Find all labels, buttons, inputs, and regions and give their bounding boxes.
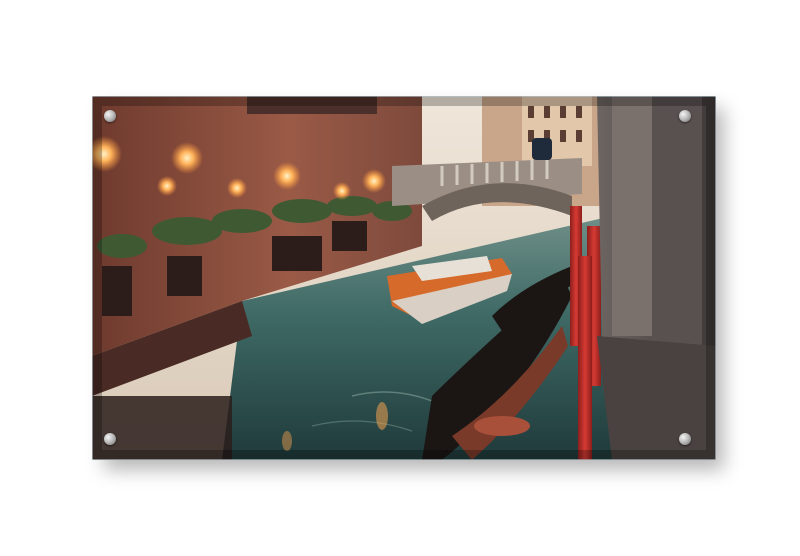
standoff-bolt-icon: [679, 433, 691, 445]
standoff-bolt-icon: [679, 110, 691, 122]
standoff-bolt-icon: [104, 110, 116, 122]
person-on-bridge: [532, 138, 552, 160]
acrylic-print-panel: [92, 96, 716, 460]
standoff-bolt-icon: [104, 433, 116, 445]
mooring-pole: [578, 256, 592, 460]
product-canvas: [0, 0, 800, 556]
venice-canal-photo: [92, 96, 716, 460]
